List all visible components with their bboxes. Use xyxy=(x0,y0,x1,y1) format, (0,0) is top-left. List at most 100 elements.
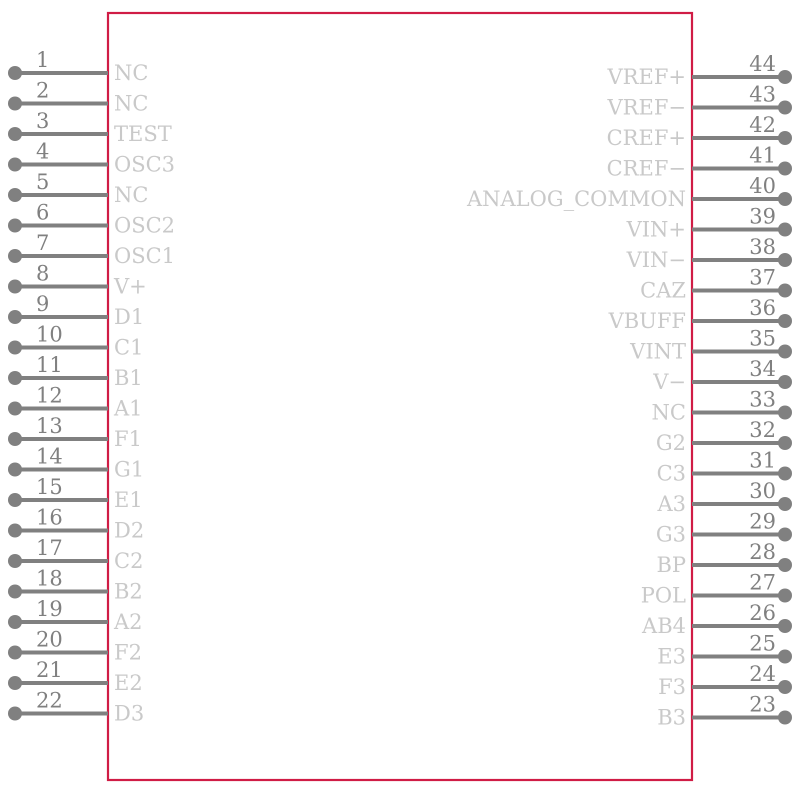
pin-dot-11[interactable] xyxy=(8,371,22,385)
pin-number-1: 1 xyxy=(36,48,49,72)
pin-dot-12[interactable] xyxy=(8,401,22,416)
pin-number-42: 42 xyxy=(749,113,776,137)
pin-label-11: B1 xyxy=(114,366,143,390)
pin-dot-5[interactable] xyxy=(8,188,22,202)
pin-label-21: E2 xyxy=(114,671,143,695)
pin-dot-25[interactable] xyxy=(778,649,792,664)
pin-1[interactable]: 1 NC xyxy=(8,48,148,85)
ic-package-svg: 1 NC 2 NC 3 TEST 4 OSC3 5 NC 6 OSC2 7 OSC1 8 V+ 9 D1 10 C1 1… xyxy=(8,11,792,782)
pin-dot-7[interactable] xyxy=(8,249,22,263)
pin-dot-24[interactable] xyxy=(778,680,792,694)
pin-dot-20[interactable] xyxy=(8,645,22,660)
pin-number-19: 19 xyxy=(36,597,63,621)
pin-label-27: POL xyxy=(641,584,686,608)
pin-label-30: A3 xyxy=(656,492,686,516)
pin-label-3: TEST xyxy=(114,122,172,146)
pin-number-32: 32 xyxy=(749,418,776,442)
pin-number-5: 5 xyxy=(36,170,49,194)
pin-label-8: V+ xyxy=(113,275,147,299)
pin-dot-42[interactable] xyxy=(778,131,792,145)
pin-label-6: OSC2 xyxy=(114,214,175,238)
pin-number-33: 33 xyxy=(749,388,776,412)
pin-label-12: A1 xyxy=(113,397,143,421)
pin-label-10: C1 xyxy=(114,336,143,360)
pin-dot-6[interactable] xyxy=(8,218,22,233)
pin-number-21: 21 xyxy=(36,658,63,682)
pin-dot-29[interactable] xyxy=(778,527,792,542)
pin-number-14: 14 xyxy=(36,445,63,469)
pin-label-9: D1 xyxy=(114,305,144,329)
pin-number-34: 34 xyxy=(749,357,776,381)
pin-label-19: A2 xyxy=(113,610,143,634)
pin-number-17: 17 xyxy=(36,536,63,560)
pin-dot-28[interactable] xyxy=(778,558,792,572)
ic-body-outline xyxy=(106,11,694,782)
pin-number-9: 9 xyxy=(36,292,49,316)
pin-dot-14[interactable] xyxy=(8,462,22,477)
pin-label-43: VREF− xyxy=(607,96,686,120)
pin-dot-23[interactable] xyxy=(778,710,792,725)
pin-dot-16[interactable] xyxy=(8,523,22,538)
pin-label-22: D3 xyxy=(114,702,144,726)
pin-number-24: 24 xyxy=(749,662,776,686)
pin-dot-4[interactable] xyxy=(8,157,22,172)
pin-dot-44[interactable] xyxy=(778,70,792,84)
pin-label-2: NC xyxy=(114,92,148,116)
pin-6[interactable]: 6 OSC2 xyxy=(8,201,175,238)
pin-dot-31[interactable] xyxy=(778,466,792,481)
pin-dot-40[interactable] xyxy=(778,192,792,206)
pin-dot-2[interactable] xyxy=(8,96,22,111)
left-pins-group: 1 NC 2 NC 3 TEST 4 OSC3 5 NC 6 OSC2 7 OSC1 8 V+ 9 D1 10 C1 1… xyxy=(8,48,175,726)
pin-number-15: 15 xyxy=(36,475,63,499)
pin-dot-18[interactable] xyxy=(8,584,22,599)
pin-label-14: G1 xyxy=(114,458,144,482)
pin-number-12: 12 xyxy=(36,384,63,408)
pin-dot-27[interactable] xyxy=(778,588,792,603)
pin-dot-37[interactable] xyxy=(778,283,792,298)
pin-dot-22[interactable] xyxy=(8,706,22,721)
pin-dot-39[interactable] xyxy=(778,222,792,237)
pin-dot-19[interactable] xyxy=(8,615,22,629)
pin-number-16: 16 xyxy=(36,506,63,530)
pin-dot-8[interactable] xyxy=(8,279,22,294)
pin-label-36: VBUFF xyxy=(608,309,686,333)
pin-number-35: 35 xyxy=(749,327,776,351)
pin-label-23: B3 xyxy=(657,706,686,730)
pin-label-16: D2 xyxy=(114,519,144,543)
pin-label-4: OSC3 xyxy=(114,153,175,177)
pin-dot-15[interactable] xyxy=(8,493,22,507)
pin-dot-35[interactable] xyxy=(778,344,792,359)
pin-dot-30[interactable] xyxy=(778,497,792,511)
pin-dot-43[interactable] xyxy=(778,100,792,115)
pin-number-25: 25 xyxy=(749,632,776,656)
pin-label-17: C2 xyxy=(114,549,143,573)
pin-number-38: 38 xyxy=(749,235,776,259)
pin-dot-9[interactable] xyxy=(8,310,22,324)
right-pins-group: 44 VREF+ 43 VREF− 42 CREF+ 41 CREF− 40 ANALOG_COM… xyxy=(466,52,792,730)
pin-label-15: E1 xyxy=(114,488,143,512)
pin-dot-3[interactable] xyxy=(8,127,22,141)
pin-number-6: 6 xyxy=(36,201,49,225)
pin-dot-10[interactable] xyxy=(8,340,22,355)
pin-dot-41[interactable] xyxy=(778,161,792,176)
pin-number-37: 37 xyxy=(749,266,776,290)
pin-label-35: VINT xyxy=(629,340,686,364)
pin-dot-26[interactable] xyxy=(778,619,792,633)
pin-label-20: F2 xyxy=(114,641,142,665)
pin-dot-21[interactable] xyxy=(8,676,22,690)
pin-number-3: 3 xyxy=(36,109,49,133)
pin-dot-33[interactable] xyxy=(778,405,792,420)
pin-dot-38[interactable] xyxy=(778,253,792,267)
pin-dot-34[interactable] xyxy=(778,375,792,389)
pin-number-10: 10 xyxy=(36,323,63,347)
pin-number-18: 18 xyxy=(36,567,63,591)
pin-label-38: VIN− xyxy=(626,248,686,272)
pin-dot-13[interactable] xyxy=(8,432,22,446)
pin-dot-36[interactable] xyxy=(778,314,792,328)
pin-dot-1[interactable] xyxy=(8,66,22,80)
pin-dot-17[interactable] xyxy=(8,554,22,568)
pin-number-39: 39 xyxy=(749,205,776,229)
pin-label-40: ANALOG_COMMON xyxy=(466,187,686,211)
pin-number-11: 11 xyxy=(36,353,63,377)
pin-dot-32[interactable] xyxy=(778,436,792,450)
